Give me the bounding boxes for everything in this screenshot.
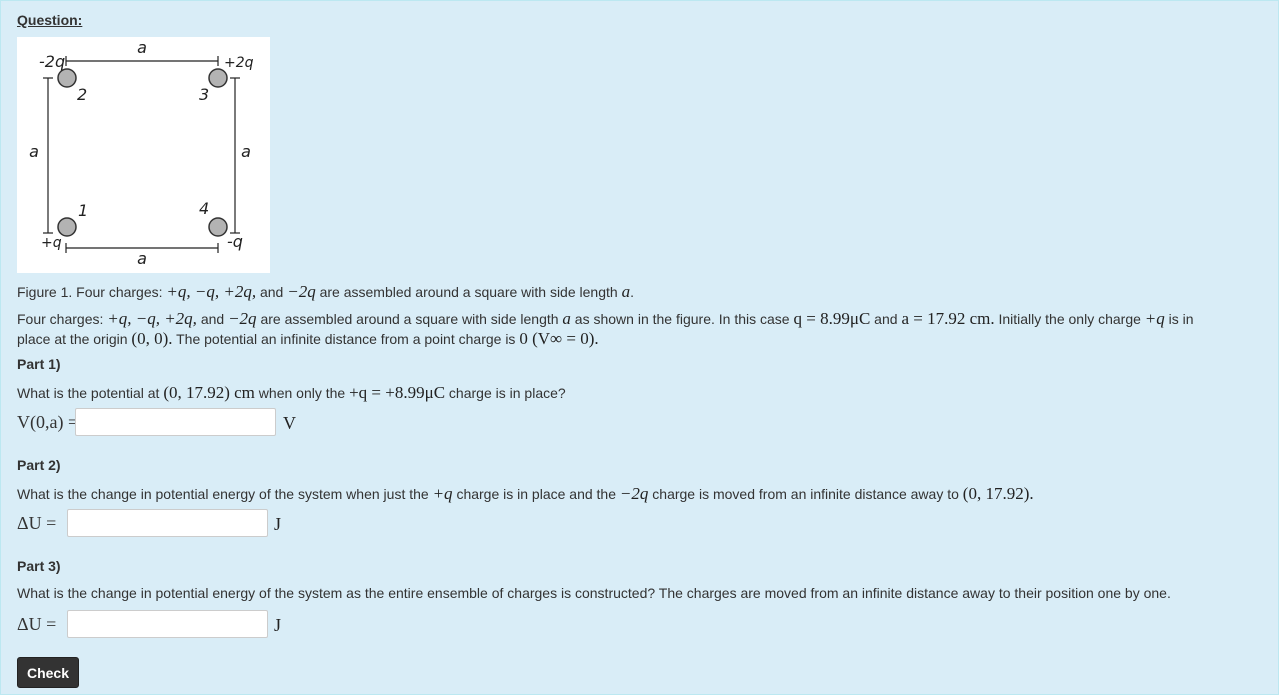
part1-title: Part 1) [17,356,61,372]
charge-num-1: 1 [78,201,88,220]
charge-3-top-right [208,68,228,88]
left-side-label: a [29,142,39,161]
figure-caption: Figure 1. Four charges: +q, −q, +2q, and… [17,282,634,301]
charge-1-bottom-left [57,217,77,237]
part1-answer-input[interactable] [75,408,276,436]
charge-label-top-right: +2q [224,55,254,71]
part1-answer-label: V(0,a) = [17,412,79,432]
intro-line-2: place at the origin (0, 0). The potentia… [17,329,599,348]
charge-num-3: 3 [199,85,209,104]
charge-label-bottom-left: +q [41,235,62,251]
part1-question: What is the potential at (0, 17.92) cm w… [17,383,566,402]
part2-question: What is the change in potential energy o… [17,484,1034,503]
part2-answer-input[interactable] [67,509,268,537]
question-heading: Question: [17,12,83,28]
charge-2-top-left [57,68,77,88]
part3-question: What is the change in potential energy o… [17,585,1171,601]
charge-label-top-left: -2q [39,52,65,71]
figure-diagram: a a a a -2q +2q +q -q 2 3 1 4 [17,37,270,273]
charge-num-2: 2 [77,85,87,104]
top-side-label: a [137,38,147,57]
charge-label-bottom-right: -q [227,232,243,251]
part1-unit: V [283,413,296,433]
check-button[interactable]: Check [17,657,79,688]
question-panel: Question: a a a a -2q +2q +q -q 2 3 1 4 … [0,0,1279,695]
intro-line-1: Four charges: +q, −q, +2q, and −2q are a… [17,309,1194,328]
part3-answer-label: ΔU = [17,614,57,634]
part2-unit: J [274,514,282,534]
charge-4-bottom-right [208,217,228,237]
part2-title: Part 2) [17,457,61,473]
part3-title: Part 3) [17,558,61,574]
bottom-side-label: a [137,249,147,268]
charge-num-4: 4 [199,199,209,218]
part3-unit: J [274,615,282,635]
right-side-label: a [241,142,251,161]
part3-answer-input[interactable] [67,610,268,638]
part2-answer-label: ΔU = [17,513,57,533]
